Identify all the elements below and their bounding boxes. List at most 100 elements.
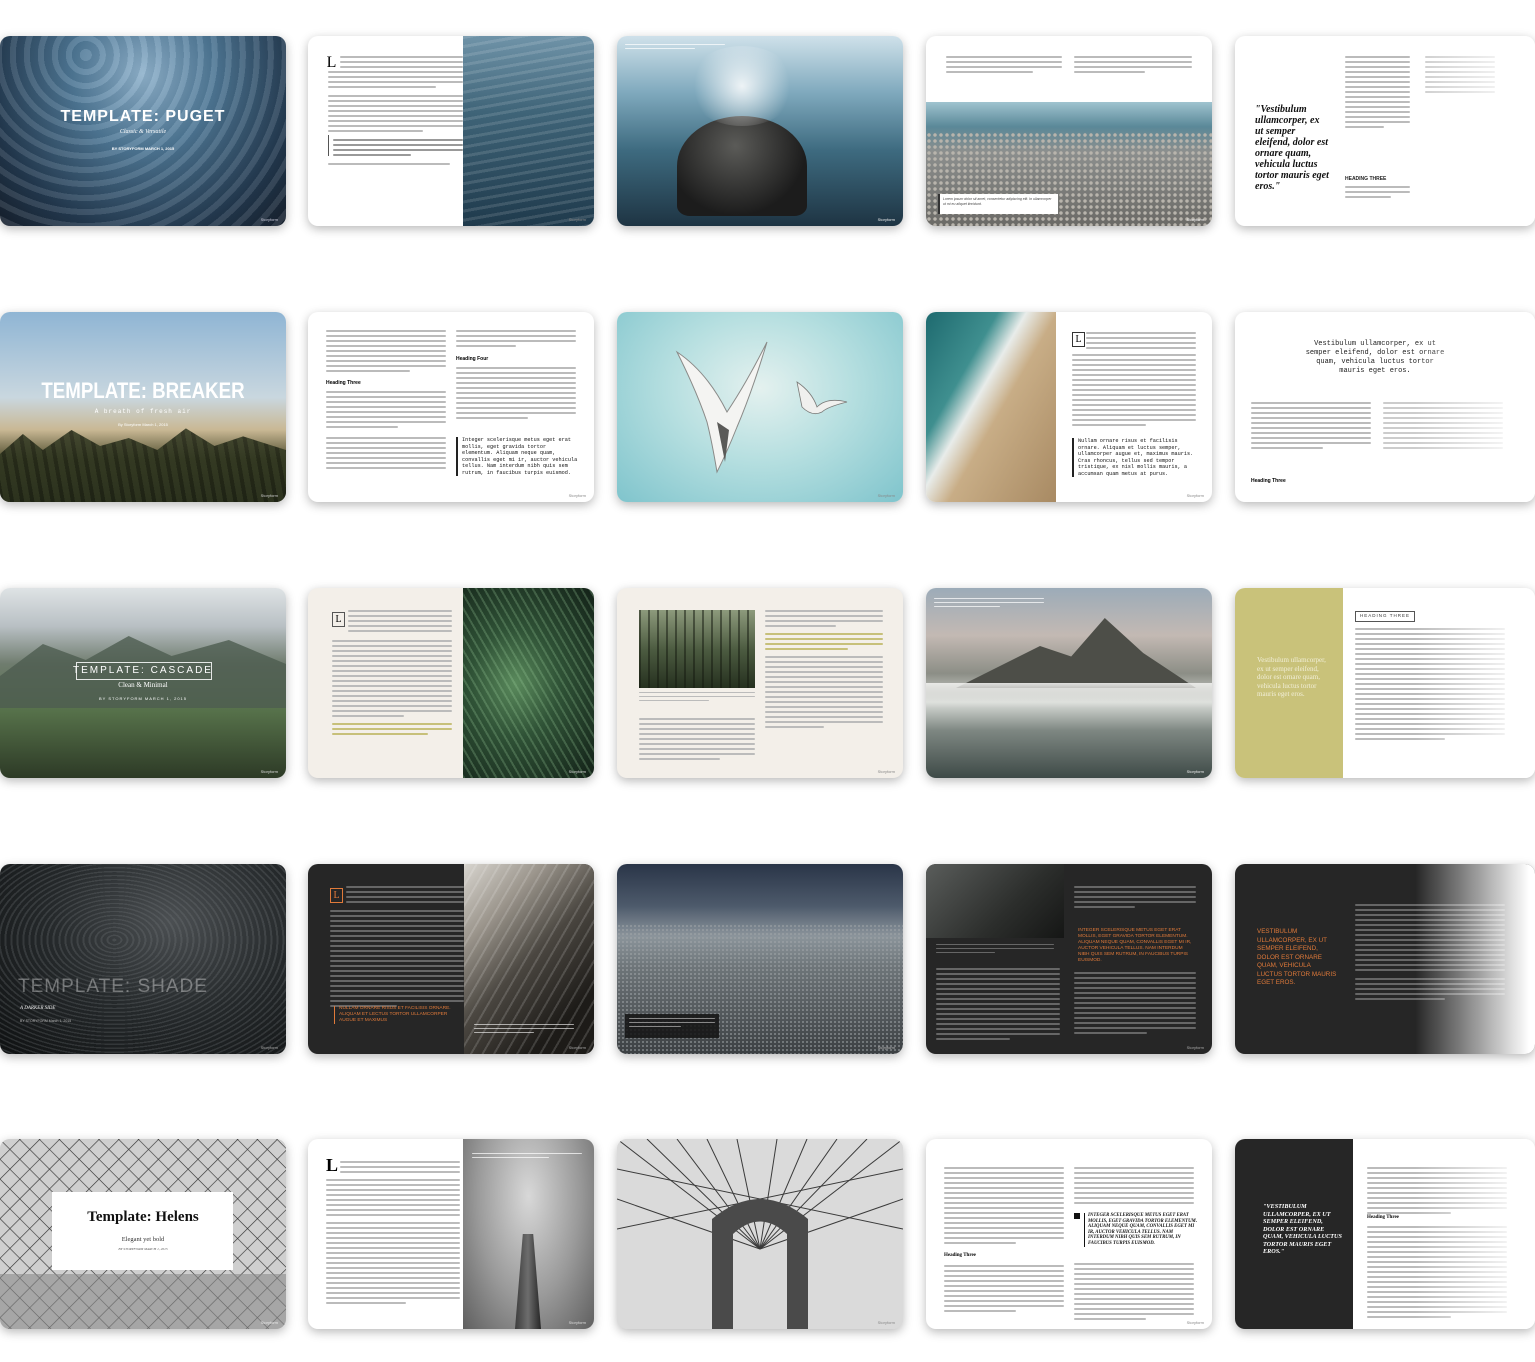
orange-quote: INTEGER SCELERISQUE METUS EGET ERAT MOLL… [1078, 928, 1192, 963]
slide-footer: Storyform [1186, 1045, 1204, 1050]
body-text [1074, 972, 1196, 1037]
slide-cascade-forest[interactable]: Storyform [617, 588, 903, 778]
dark-quote: "VESTIBULUM ULLAMCORPER, EX UT SEMPER EL… [1263, 1203, 1342, 1255]
code-quote: Integer scelerisque metus eget erat moll… [456, 437, 580, 476]
body-text [936, 968, 1060, 1043]
slide-breaker-beach[interactable]: L Nullam ornare risus et facilisis ornar… [926, 312, 1212, 502]
slide-cascade-mountain-lake[interactable]: Storyform [926, 588, 1212, 778]
slide-helens-bridge[interactable]: Storyform [617, 1139, 903, 1329]
body-text [639, 718, 755, 763]
heading-three: HEADING THREE [1345, 176, 1387, 182]
body-text [1367, 1167, 1507, 1217]
heading-four: Heading Four [456, 356, 489, 362]
slide-breaker-quote[interactable]: Vestibulum ullamcorper, ex ut semper ele… [1235, 312, 1535, 502]
drop-cap: L [326, 1155, 339, 1175]
slide-helens-quote[interactable]: "VESTIBULUM ULLAMCORPER, EX UT SEMPER EL… [1235, 1139, 1535, 1329]
slide-cascade-cover[interactable]: TEMPLATE: CASCADE Clean & Minimal BY STO… [0, 588, 286, 778]
slide-footer: Storyform [568, 1045, 586, 1050]
pull-quote: Vestibulum ullamcorper, ex ut semper ele… [1305, 340, 1445, 375]
caption-box [625, 1014, 719, 1038]
dark-texture-image [926, 864, 1064, 938]
heading-three: Heading Three [1367, 1215, 1399, 1220]
slide-footer: Storyform [1186, 1320, 1204, 1325]
slide-helens-text[interactable]: Heading Three INTEGER SCELERISQUE METUS … [926, 1139, 1212, 1329]
seagulls-image [675, 341, 848, 474]
caption [472, 1153, 582, 1161]
shade-title: TEMPLATE: SHADE [18, 976, 208, 997]
body-text [1345, 56, 1410, 131]
mountain-image [956, 618, 1196, 688]
body-text [1074, 1263, 1194, 1323]
quote-marker-icon [1074, 1213, 1080, 1219]
body-text [326, 391, 446, 472]
drop-cap: L [1072, 332, 1085, 347]
slide-cascade-fern[interactable]: L Storyform [308, 588, 594, 778]
breaker-byline: By Storyform March 1, 2015 [118, 422, 168, 427]
big-quote: VESTIBULUM ULLAMCORPER, EX UT SEMPER ELE… [1257, 928, 1337, 986]
slide-shade-quote[interactable]: VESTIBULUM ULLAMCORPER, EX UT SEMPER ELE… [1235, 864, 1535, 1054]
slide-puget-rock-splash[interactable]: Storyform [617, 36, 903, 226]
slide-footer: Storyform [568, 493, 586, 498]
slide-helens-cover[interactable]: Template: Helens Elegant yet bold BY STO… [0, 1139, 286, 1329]
code-quote: Nullam ornare risus et facilisis ornare.… [1072, 438, 1202, 477]
caption [474, 1024, 574, 1036]
caption [936, 944, 1054, 956]
body-text [328, 56, 463, 168]
helens-byline: BY STORYFORM MARCH 1, 2015 [118, 1247, 168, 1251]
slide-breaker-text[interactable]: Heading Three Heading Four Integer scele… [308, 312, 594, 502]
pull-quote: Vestibulum ullamcorper, ex ut semper ele… [1257, 656, 1326, 698]
slide-breaker-seagulls[interactable]: Storyform [617, 312, 903, 502]
body-text [1355, 904, 1505, 1003]
cascade-subtitle: Clean & Minimal [118, 681, 168, 689]
slide-cascade-quote[interactable]: Vestibulum ullamcorper, ex ut semper ele… [1235, 588, 1535, 778]
cascade-byline: BY STORYFORM MARCH 1, 2015 [98, 696, 188, 701]
body-text [1086, 332, 1196, 352]
body-text [1383, 402, 1503, 452]
bridge-cables-image [617, 1139, 903, 1329]
drop-cap: L [332, 612, 345, 627]
slide-footer: Storyform [877, 217, 895, 222]
shade-subtitle: A DARKER SIDE [20, 1006, 56, 1011]
slide-footer: Storyform [568, 217, 586, 222]
slide-puget-pebbles[interactable]: Lorem ipsum dolor sit amet, consectetur … [926, 36, 1212, 226]
heading-three: HEADING THREE [1360, 613, 1410, 618]
body-text [326, 330, 446, 375]
slide-footer: Storyform [260, 217, 278, 222]
dark-seaweed-image [0, 864, 286, 1054]
template-row-breaker: TEMPLATE: BREAKER A breath of fresh air … [0, 312, 1535, 502]
heading-three: Heading Three [326, 380, 361, 386]
body-text [1074, 886, 1196, 911]
slide-shade-cover[interactable]: TEMPLATE: SHADE A DARKER SIDE BY STORYFO… [0, 864, 286, 1054]
slide-breaker-cover[interactable]: TEMPLATE: BREAKER A breath of fresh air … [0, 312, 286, 502]
slide-footer: Storyform [1186, 493, 1204, 498]
caption-box: Lorem ipsum dolor sit amet, consectetur … [938, 194, 1058, 214]
slide-footer: Storyform [1186, 769, 1204, 774]
slide-footer: Storyform [260, 493, 278, 498]
template-row-cascade: TEMPLATE: CASCADE Clean & Minimal BY STO… [0, 588, 1535, 778]
puget-title: TEMPLATE: PUGET [60, 108, 226, 125]
orange-quote: NULLAM ORNARE RISUS ET FACILISIS ORNARE.… [334, 1006, 465, 1024]
template-row-shade: TEMPLATE: SHADE A DARKER SIDE BY STORYFO… [0, 864, 1535, 1054]
cascade-title: TEMPLATE: CASCADE [73, 665, 213, 676]
body-text [1367, 1226, 1507, 1321]
body-text [346, 886, 464, 906]
slide-puget-cover[interactable]: TEMPLATE: PUGET Classic & Versatile BY S… [0, 36, 286, 226]
slide-footer: Storyform [260, 769, 278, 774]
pull-quote: "Vestibulum ullamcorper, ex ut semper el… [1255, 104, 1329, 192]
body-text [456, 330, 576, 350]
slide-footer: Storyform [568, 1320, 586, 1325]
slide-shade-ice[interactable]: Storyform [617, 864, 903, 1054]
slide-helens-tower[interactable]: L Storyform [308, 1139, 594, 1329]
caption [639, 692, 755, 704]
slide-shade-text-rock[interactable]: L NULLAM ORNARE RISUS ET FACILISIS ORNAR… [308, 864, 594, 1054]
slide-footer: Storyform [877, 769, 895, 774]
palm-trees-image [0, 428, 286, 502]
slide-shade-text[interactable]: INTEGER SCELERISQUE METUS EGET ERAT MOLL… [926, 864, 1212, 1054]
slide-puget-quote[interactable]: "Vestibulum ullamcorper, ex ut semper el… [1235, 36, 1535, 226]
slide-puget-text-waves[interactable]: L Storyform [308, 36, 594, 226]
caption [934, 598, 1044, 610]
body-text [1074, 56, 1192, 76]
breaker-subtitle: A breath of fresh air [94, 408, 192, 415]
body-text [1072, 354, 1196, 429]
slide-footer: Storyform [568, 769, 586, 774]
